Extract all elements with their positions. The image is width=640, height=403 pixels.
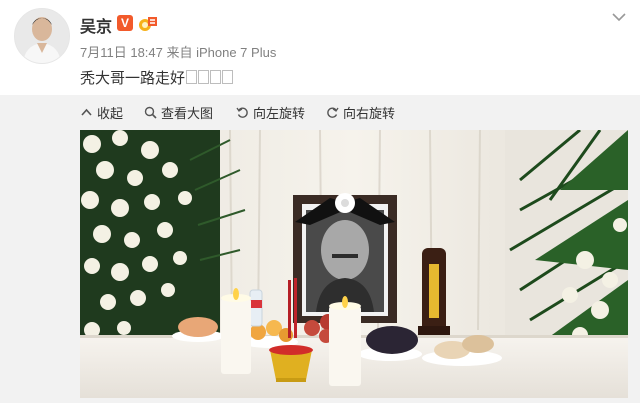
emoji-placeholder-icon: [210, 70, 222, 84]
collapse-label: 收起: [97, 105, 124, 121]
memorial-photo[interactable]: [80, 130, 628, 398]
rotate-right-icon: [327, 107, 339, 118]
view-large-label: 查看大图: [161, 105, 214, 121]
emoji-placeholder-icon: [198, 70, 210, 84]
rotate-right-label: 向右旋转: [343, 105, 396, 121]
media-panel: 收起 查看大图 向左旋转 向右旋转: [0, 95, 640, 403]
post-text: 秃大哥一路走好: [80, 67, 234, 88]
image-toolbar: 收起 查看大图 向左旋转 向右旋转: [0, 95, 640, 129]
chevron-down-icon[interactable]: [612, 12, 626, 22]
post-text-content: 秃大哥一路走好: [80, 70, 186, 87]
emoji-placeholder-icon: [186, 70, 198, 84]
author-name[interactable]: 吴京: [80, 13, 112, 37]
emoji-placeholder-icon: [222, 70, 234, 84]
rotate-right-button[interactable]: 向右旋转: [326, 103, 395, 121]
verified-v-icon: V: [117, 15, 133, 31]
collapse-button[interactable]: 收起: [80, 103, 123, 121]
post-meta: 7月11日 18:47 来自 iPhone 7 Plus: [80, 45, 277, 60]
search-icon: [144, 106, 157, 119]
view-large-button[interactable]: 查看大图: [144, 103, 213, 121]
post-header: 吴京 V 7月11日 18:47 来自 iPhone 7 Plus 秃大哥一路走…: [0, 0, 640, 95]
rotate-left-icon: [236, 107, 248, 118]
collapse-icon: [81, 108, 92, 116]
rotate-left-label: 向左旋转: [253, 105, 306, 121]
medal-icon[interactable]: [138, 14, 158, 32]
avatar[interactable]: [14, 8, 70, 64]
rotate-left-button[interactable]: 向左旋转: [236, 103, 305, 121]
